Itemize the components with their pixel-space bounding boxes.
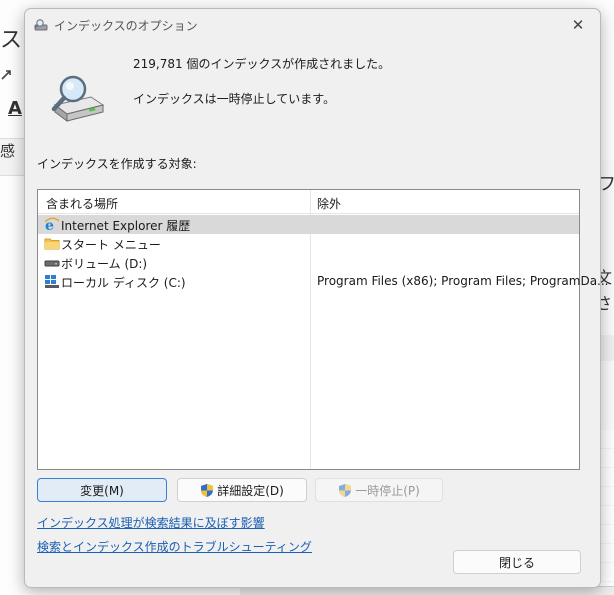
indexing-impact-link[interactable]: インデックス処理が検索結果に及ぼす影響 bbox=[37, 514, 265, 531]
column-header-exclude[interactable]: 除外 bbox=[317, 195, 341, 212]
windows-drive-icon bbox=[45, 275, 59, 288]
index-status-text: インデックスは一時停止しています。 bbox=[133, 92, 336, 106]
drive-icon bbox=[44, 260, 60, 267]
background-text: 感 bbox=[0, 142, 16, 160]
close-icon[interactable]: ✕ bbox=[556, 9, 600, 41]
background-text: A bbox=[8, 98, 22, 119]
column-header-included-locations[interactable]: 含まれる場所 bbox=[46, 195, 118, 212]
background-text: ス bbox=[0, 28, 23, 53]
change-button[interactable]: 変更(M) bbox=[37, 478, 167, 502]
close-button[interactable]: 閉じる bbox=[453, 550, 581, 574]
indexing-options-dialog: インデックスのオプション ✕ 219,781 個のインデックスが作成されました。… bbox=[24, 8, 609, 588]
uac-shield-icon bbox=[201, 483, 214, 497]
index-locations-label: インデックスを作成する対象: bbox=[37, 157, 197, 171]
location-name: スタート メニュー bbox=[61, 238, 161, 252]
close-button-label: 閉じる bbox=[498, 555, 535, 570]
title-bar[interactable]: インデックスのオプション ✕ bbox=[25, 9, 600, 41]
list-item[interactable]: ローカル ディスク (C:) Program Files (x86); Prog… bbox=[38, 272, 609, 291]
list-item[interactable]: ボリューム (D:) bbox=[38, 253, 579, 272]
folder-icon bbox=[44, 238, 60, 250]
advanced-button[interactable]: 詳細設定(D) bbox=[177, 478, 307, 502]
link-icon bbox=[1, 70, 11, 80]
list-header: 含まれる場所 除外 bbox=[38, 190, 579, 214]
indexing-icon bbox=[34, 19, 48, 31]
pause-button-label: 一時停止(P) bbox=[355, 483, 420, 498]
advanced-button-label: 詳細設定(D) bbox=[217, 483, 284, 498]
indexed-count-text: 219,781 個のインデックスが作成されました。 bbox=[133, 57, 391, 71]
exclude-value: Program Files (x86); Program Files; Prog… bbox=[317, 274, 609, 288]
uac-shield-icon bbox=[339, 483, 352, 497]
location-name: ローカル ディスク (C:) bbox=[61, 276, 186, 290]
dialog-title: インデックスのオプション bbox=[54, 19, 198, 33]
indexing-drive-magnifier-icon bbox=[51, 75, 105, 122]
list-item[interactable]: e Internet Explorer 履歴 bbox=[38, 215, 579, 234]
troubleshoot-link[interactable]: 検索とインデックス作成のトラブルシューティング bbox=[37, 538, 312, 555]
list-item[interactable]: スタート メニュー bbox=[38, 234, 579, 253]
ie-icon: e bbox=[44, 217, 60, 232]
change-button-label: 変更(M) bbox=[80, 483, 124, 498]
location-name: ボリューム (D:) bbox=[61, 257, 148, 271]
pause-button[interactable]: 一時停止(P) bbox=[315, 478, 443, 502]
index-locations-list[interactable]: 含まれる場所 除外 e Internet Explorer 履歴 スタート メニ… bbox=[37, 189, 609, 470]
location-name: Internet Explorer 履歴 bbox=[61, 219, 191, 233]
